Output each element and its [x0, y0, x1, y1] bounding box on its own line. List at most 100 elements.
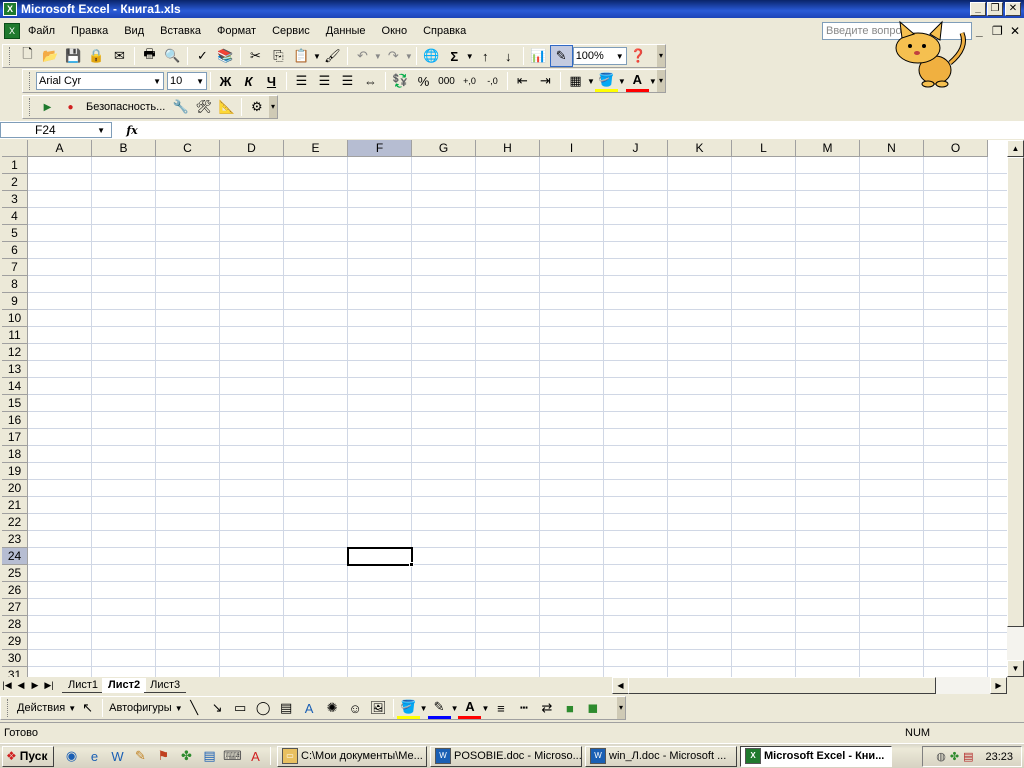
open-icon[interactable]: 📂 — [39, 45, 62, 67]
row-header-23[interactable]: 23 — [2, 531, 28, 548]
menu-edit[interactable]: Правка — [63, 25, 116, 37]
record-macro-icon[interactable]: ● — [59, 96, 82, 118]
prev-sheet-icon[interactable]: ◀ — [14, 680, 28, 691]
row-header-25[interactable]: 25 — [2, 565, 28, 582]
doc-restore-button[interactable]: ❐ — [992, 24, 1003, 38]
currency-icon[interactable]: 💱 — [389, 70, 412, 92]
toolbar-options-icon[interactable]: ▾ — [657, 70, 665, 92]
network-icon[interactable]: ◍ — [936, 750, 946, 763]
row-header-16[interactable]: 16 — [2, 412, 28, 429]
vertical-scroll-thumb[interactable] — [1007, 157, 1024, 627]
arrow-style-icon[interactable]: ⇄ — [535, 697, 558, 719]
browser-icon[interactable]: ◉ — [60, 745, 83, 767]
title-bar[interactable]: X Microsoft Excel - Книга1.xls _ ❐ ✕ — [0, 0, 1024, 18]
fill-handle[interactable] — [409, 562, 414, 567]
menu-view[interactable]: Вид — [116, 25, 152, 37]
row-header-4[interactable]: 4 — [2, 208, 28, 225]
horizontal-scroll-thumb[interactable] — [628, 677, 936, 694]
row-header-8[interactable]: 8 — [2, 276, 28, 293]
menu-tools[interactable]: Сервис — [264, 25, 318, 37]
tray-app-icon[interactable]: ✤ — [950, 750, 959, 763]
vertical-scrollbar[interactable]: ▲ ▼ — [1007, 140, 1024, 677]
drawing-icon[interactable]: ✎ — [549, 45, 573, 67]
row-header-19[interactable]: 19 — [2, 463, 28, 480]
row-header-18[interactable]: 18 — [2, 446, 28, 463]
autosum-dropdown-icon[interactable]: ▼ — [466, 52, 474, 61]
toolbar-options-icon[interactable]: ▾ — [269, 96, 277, 118]
permission-icon[interactable]: 🔒 — [85, 45, 108, 67]
vb-editor-icon[interactable]: 🔧 — [169, 96, 192, 118]
app2-quicklaunch-icon[interactable]: ⚑ — [152, 745, 175, 767]
increase-indent-icon[interactable]: ⇥ — [534, 70, 557, 92]
security-button[interactable]: Безопасность... — [82, 101, 169, 113]
cells-area[interactable] — [28, 157, 1007, 677]
minimize-button[interactable]: _ — [970, 2, 986, 16]
row-header-17[interactable]: 17 — [2, 429, 28, 446]
name-box[interactable]: F24 ▼ — [0, 122, 112, 138]
merge-center-icon[interactable]: ⇔ — [359, 70, 382, 92]
chevron-down-icon[interactable]: ▼ — [175, 704, 183, 713]
column-header-l[interactable]: L — [732, 140, 796, 157]
row-header-24[interactable]: 24 — [2, 548, 28, 565]
3d-style-icon[interactable]: ◼ — [581, 697, 604, 719]
dash-style-icon[interactable]: ┅ — [512, 697, 535, 719]
column-header-h[interactable]: H — [476, 140, 540, 157]
sheet-tab-1[interactable]: Лист1 — [62, 678, 105, 693]
menu-format[interactable]: Формат — [209, 25, 264, 37]
fill-color-icon[interactable]: 🪣 — [594, 70, 618, 92]
word-quicklaunch-icon[interactable]: W — [106, 745, 129, 767]
hyperlink-icon[interactable]: 🌐 — [420, 45, 443, 67]
row-header-15[interactable]: 15 — [2, 395, 28, 412]
column-header-j[interactable]: J — [604, 140, 668, 157]
autoshapes-menu[interactable]: Автофигуры — [106, 702, 175, 714]
font-color-icon[interactable]: A — [458, 697, 482, 719]
font-color-dropdown-icon[interactable]: ▼ — [649, 77, 657, 86]
increase-decimal-icon[interactable]: +,0 — [458, 70, 481, 92]
workbook-icon[interactable]: X — [4, 23, 20, 39]
oval-icon[interactable]: ◯ — [252, 697, 275, 719]
task-word-posobie[interactable]: W POSOBIE.doc - Microso... — [430, 745, 582, 767]
next-sheet-icon[interactable]: ▶ — [28, 680, 42, 691]
scroll-down-icon[interactable]: ▼ — [1007, 660, 1024, 677]
row-header-20[interactable]: 20 — [2, 480, 28, 497]
diagram-icon[interactable]: ✺ — [321, 697, 344, 719]
row-header-10[interactable]: 10 — [2, 310, 28, 327]
row-header-3[interactable]: 3 — [2, 191, 28, 208]
column-header-m[interactable]: M — [796, 140, 860, 157]
design-mode-icon[interactable]: 📐 — [215, 96, 238, 118]
start-button[interactable]: ❖ Пуск — [2, 745, 54, 767]
toolbar-grip[interactable] — [9, 47, 12, 65]
research-icon[interactable]: 📚 — [214, 45, 237, 67]
app3-quicklaunch-icon[interactable]: ✤ — [175, 745, 198, 767]
office-assistant-cat[interactable] — [880, 18, 975, 90]
app5-quicklaunch-icon[interactable]: ⌨ — [221, 745, 244, 767]
print-preview-icon[interactable]: 🔍 — [161, 45, 184, 67]
row-header-22[interactable]: 22 — [2, 514, 28, 531]
borders-dropdown-icon[interactable]: ▼ — [587, 77, 595, 86]
column-header-f[interactable]: F — [348, 140, 412, 157]
menu-help[interactable]: Справка — [415, 25, 474, 37]
line-style-icon[interactable]: ≡ — [489, 697, 512, 719]
sort-descending-icon[interactable]: ↓ — [497, 45, 520, 67]
chevron-down-icon[interactable]: ▼ — [153, 77, 161, 86]
clock[interactable]: 23:23 — [985, 751, 1013, 763]
toolbar-options-icon[interactable]: ▾ — [617, 697, 625, 719]
menu-data[interactable]: Данные — [318, 25, 374, 37]
app4-quicklaunch-icon[interactable]: ▤ — [198, 745, 221, 767]
clip-art-icon[interactable]: ☺ — [344, 697, 367, 719]
chevron-down-icon[interactable]: ▼ — [97, 126, 105, 135]
control-toolbox-icon[interactable]: 🛠 — [192, 96, 215, 118]
paste-dropdown-icon[interactable]: ▼ — [313, 52, 321, 61]
column-header-o[interactable]: O — [924, 140, 988, 157]
format-painter-icon[interactable]: 🖌 — [321, 45, 344, 67]
scroll-up-icon[interactable]: ▲ — [1007, 140, 1024, 157]
copy-icon[interactable]: ⎘ — [267, 45, 290, 67]
menu-window[interactable]: Окно — [374, 25, 416, 37]
row-header-21[interactable]: 21 — [2, 497, 28, 514]
row-header-14[interactable]: 14 — [2, 378, 28, 395]
row-header-12[interactable]: 12 — [2, 344, 28, 361]
doc-minimize-button[interactable]: _ — [976, 24, 983, 38]
paste-icon[interactable]: 📋 — [290, 45, 313, 67]
font-size-combo[interactable]: 10 ▼ — [167, 72, 207, 90]
column-header-k[interactable]: K — [668, 140, 732, 157]
